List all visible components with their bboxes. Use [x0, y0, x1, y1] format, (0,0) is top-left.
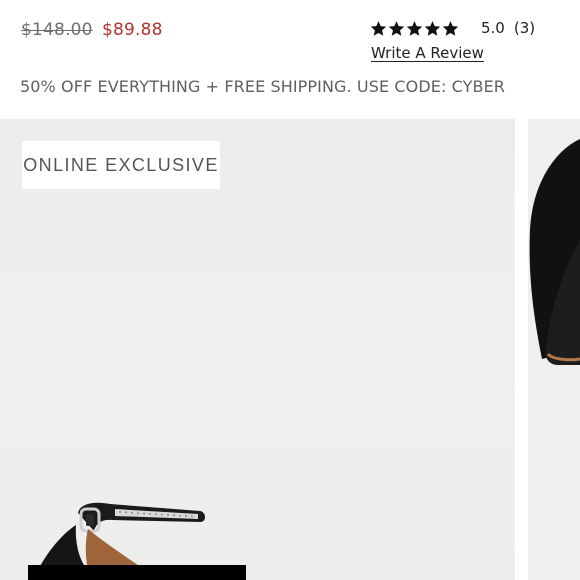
star-icon	[406, 20, 423, 36]
product-image-main[interactable]: ONLINE EXCLUSIVE	[0, 119, 515, 580]
write-review-link[interactable]: Write A Review	[371, 44, 484, 62]
star-icon	[442, 20, 459, 36]
rating-stars	[370, 20, 459, 37]
star-icon	[388, 20, 405, 36]
original-price: $148.00	[21, 20, 93, 40]
online-exclusive-badge: ONLINE EXCLUSIVE	[22, 141, 220, 189]
product-detail-page: $148.00 $89.88 5.0 (3) Write A Review 50…	[0, 0, 580, 580]
star-icon	[424, 20, 441, 36]
shoe-image	[28, 502, 246, 580]
rating-score: 5.0	[481, 19, 505, 37]
promo-banner: 50% OFF EVERYTHING + FREE SHIPPING. USE …	[20, 77, 506, 96]
review-count: (3)	[513, 19, 536, 37]
rating-summary[interactable]: 5.0 (3)	[370, 16, 535, 40]
sale-price: $89.88	[102, 20, 163, 40]
shoe-image	[529, 139, 580, 365]
star-icon	[370, 20, 387, 36]
product-image-next[interactable]	[528, 119, 580, 580]
